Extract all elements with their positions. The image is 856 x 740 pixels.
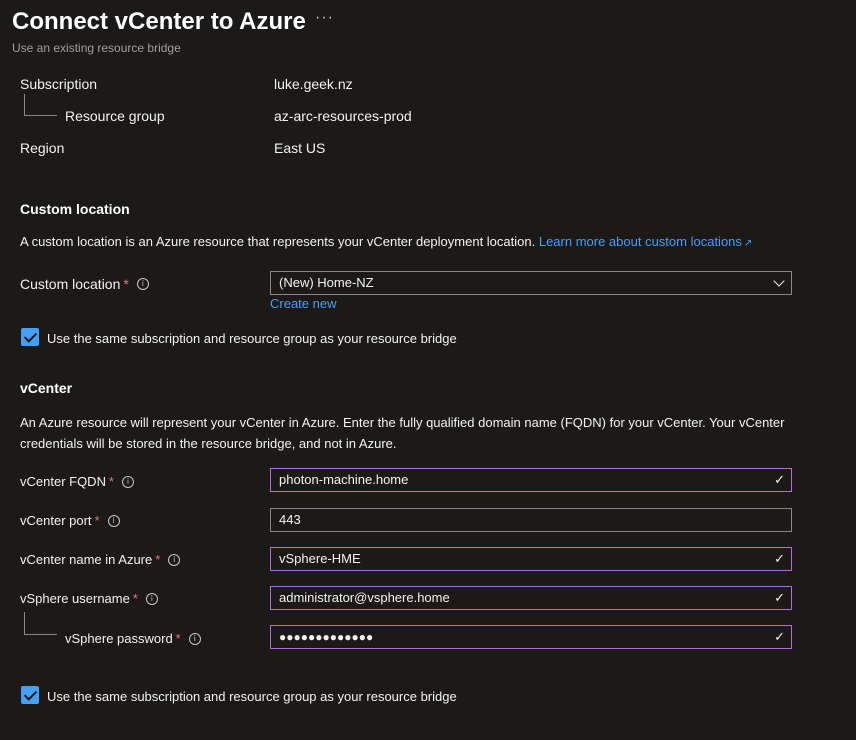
custom-location-description: A custom location is an Azure resource t… (20, 231, 840, 254)
more-options-icon[interactable]: ··· (315, 9, 334, 27)
custom-location-dropdown[interactable]: (New) Home-NZ (270, 271, 792, 295)
learn-more-link[interactable]: Learn more about custom locations (539, 234, 742, 249)
custom-location-heading: Custom location (20, 201, 130, 217)
vsphere-password-value: ●●●●●●●●●●●●● (279, 630, 374, 644)
create-new-link[interactable]: Create new (270, 296, 336, 311)
same-subscription-label-1: Use the same subscription and resource g… (47, 331, 457, 346)
resource-group-value: az-arc-resources-prod (274, 108, 412, 124)
info-icon[interactable]: i (122, 475, 135, 488)
vcenter-name-label-text: vCenter name in Azure (20, 552, 153, 567)
check-icon: ✓ (774, 629, 785, 644)
vcenter-fqdn-label: vCenter FQDN * i (20, 474, 135, 489)
required-mark: * (155, 552, 161, 567)
vsphere-username-label-text: vSphere username (20, 591, 130, 606)
vcenter-name-value: vSphere-HME (279, 551, 361, 566)
custom-location-label: Custom location * i (20, 276, 149, 292)
vcenter-heading: vCenter (20, 380, 73, 396)
info-icon[interactable]: i (107, 514, 120, 527)
vcenter-fqdn-value: photon-machine.home (279, 472, 409, 487)
custom-location-selected: (New) Home-NZ (279, 275, 374, 290)
vsphere-username-label: vSphere username * i (20, 591, 158, 606)
vcenter-port-input[interactable]: 443 (270, 508, 792, 532)
vcenter-name-input[interactable]: vSphere-HME ✓ (270, 547, 792, 571)
tree-connector (24, 94, 57, 116)
same-subscription-checkbox-2[interactable] (21, 686, 39, 704)
vsphere-username-value: administrator@vsphere.home (279, 590, 450, 605)
required-mark: * (132, 591, 138, 606)
vcenter-port-value: 443 (279, 512, 301, 527)
tree-connector (24, 612, 57, 635)
vsphere-username-input[interactable]: administrator@vsphere.home ✓ (270, 586, 792, 610)
vsphere-password-input[interactable]: ●●●●●●●●●●●●● ✓ (270, 625, 792, 649)
subscription-label: Subscription (20, 76, 98, 92)
vcenter-fqdn-label-text: vCenter FQDN (20, 474, 106, 489)
same-subscription-checkbox-1[interactable] (21, 328, 39, 346)
vcenter-description: An Azure resource will represent your vC… (20, 415, 785, 451)
info-icon[interactable]: i (188, 632, 201, 645)
vsphere-password-label-text: vSphere password (65, 631, 173, 646)
info-icon[interactable]: i (145, 592, 158, 605)
same-subscription-label-2: Use the same subscription and resource g… (47, 689, 457, 704)
region-label: Region (20, 140, 65, 156)
custom-location-label-text: Custom location (20, 276, 121, 292)
required-mark: * (94, 513, 100, 528)
vcenter-port-label-text: vCenter port (20, 513, 92, 528)
vcenter-fqdn-input[interactable]: photon-machine.home ✓ (270, 468, 792, 492)
info-icon[interactable]: i (168, 553, 181, 566)
resource-group-label: Resource group (65, 108, 165, 124)
chevron-down-icon (773, 275, 785, 287)
required-mark: * (175, 631, 181, 646)
info-icon[interactable]: i (136, 278, 149, 291)
check-icon: ✓ (774, 472, 785, 487)
required-mark: * (123, 276, 129, 292)
check-icon: ✓ (774, 590, 785, 605)
external-link-icon[interactable]: ↗ (744, 238, 752, 249)
region-value: East US (274, 140, 326, 156)
subscription-value: luke.geek.nz (274, 76, 353, 92)
vcenter-name-label: vCenter name in Azure * i (20, 552, 181, 567)
required-mark: * (108, 474, 115, 489)
check-icon: ✓ (774, 551, 785, 566)
vsphere-password-label: vSphere password * i (65, 631, 201, 646)
custom-location-description-text: A custom location is an Azure resource t… (20, 234, 536, 249)
page-title: Connect vCenter to Azure (12, 8, 306, 35)
page-subtitle: Use an existing resource bridge (12, 41, 181, 55)
vcenter-port-label: vCenter port * i (20, 513, 120, 528)
